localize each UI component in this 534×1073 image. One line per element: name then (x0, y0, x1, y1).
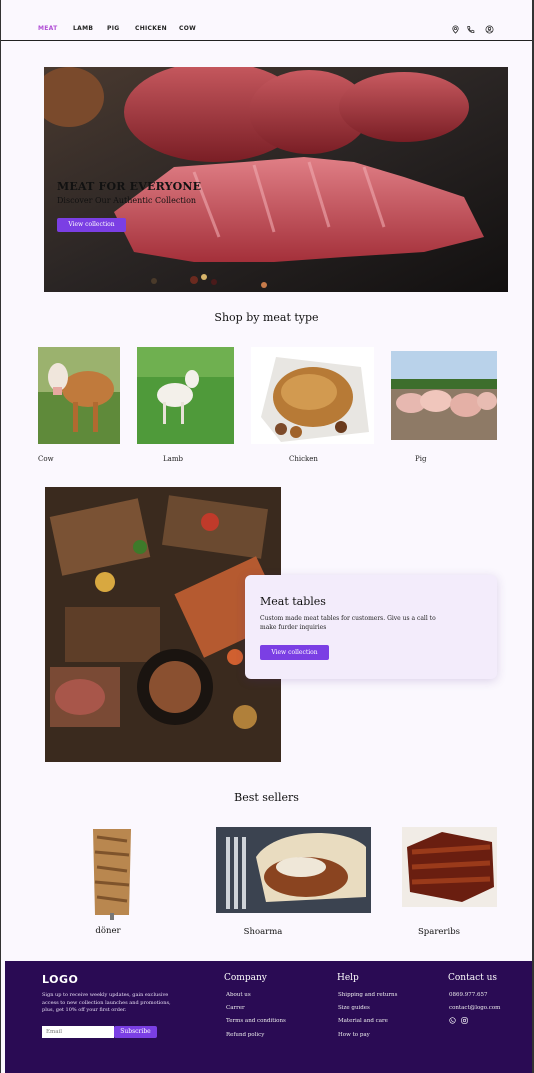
best-seller-label-shoarma[interactable]: Shoarma (233, 927, 293, 937)
email-field[interactable] (42, 1026, 114, 1038)
footer-signup-text: Sign up to receive weekly updates, gain … (42, 992, 171, 1013)
subscribe-button[interactable]: Subscribe (114, 1026, 157, 1038)
best-sellers-title: Best sellers (234, 791, 299, 804)
footer-link-carrer[interactable]: Carrer (226, 1005, 245, 1011)
footer-contact-title: Contact us (448, 973, 498, 983)
chicken-image[interactable] (251, 347, 374, 444)
footer-logo[interactable]: LOGO (42, 973, 78, 986)
footer: LOGO Sign up to receive weekly updates, … (5, 961, 532, 1073)
doner-image[interactable] (85, 827, 139, 920)
meat-tables-description: Custom made meat tables for customers. G… (260, 615, 436, 631)
type-label-pig[interactable]: Pig (415, 455, 426, 463)
hero-banner: MEAT FOR EVERYONE Discover Our Authentic… (44, 67, 508, 292)
footer-link-material[interactable]: Material and care (338, 1018, 388, 1024)
footer-link-shipping[interactable]: Shipping and returns (338, 992, 397, 998)
nav-link-chicken[interactable]: CHICKEN (135, 25, 167, 32)
hero-view-collection-button[interactable]: View collection (57, 218, 126, 232)
nav-link-pig[interactable]: PIG (107, 25, 119, 32)
shop-section-title: Shop by meat type (214, 311, 319, 324)
footer-email[interactable]: contact@logo.com (449, 1005, 500, 1011)
footer-help-title: Help (337, 973, 359, 983)
whatsapp-icon[interactable] (449, 1017, 456, 1024)
footer-link-how-to-pay[interactable]: How to pay (338, 1032, 370, 1038)
meat-tables-title: Meat tables (260, 595, 326, 608)
location-icon[interactable] (451, 25, 460, 34)
instagram-icon[interactable] (461, 1017, 468, 1024)
pig-image[interactable] (391, 351, 497, 440)
spareribs-image[interactable] (402, 827, 497, 907)
meat-tables-card: Meat tables Custom made meat tables for … (245, 575, 497, 679)
user-icon[interactable] (485, 25, 494, 34)
footer-phone[interactable]: 0869.977.657 (449, 992, 488, 998)
footer-link-about[interactable]: About us (226, 992, 251, 998)
type-label-cow[interactable]: Cow (38, 455, 54, 463)
phone-icon[interactable] (466, 25, 475, 34)
best-seller-label-spareribs[interactable]: Spareribs (409, 927, 469, 937)
hero-title: MEAT FOR EVERYONE (57, 180, 202, 193)
footer-company-title: Company (224, 973, 267, 983)
top-nav: MEAT LAMB PIG CHICKEN COW (1, 0, 532, 41)
footer-link-refund[interactable]: Refund policy (226, 1032, 264, 1038)
meat-tables-view-collection-button[interactable]: View collection (260, 645, 329, 660)
best-seller-label-doner[interactable]: döner (81, 926, 135, 936)
nav-link-lamb[interactable]: LAMB (73, 25, 93, 32)
type-label-chicken[interactable]: Chicken (289, 455, 318, 463)
footer-link-terms[interactable]: Terms and conditions (226, 1018, 286, 1024)
footer-link-size[interactable]: Size guides (338, 1005, 370, 1011)
nav-link-meat[interactable]: MEAT (38, 25, 58, 32)
lamb-image[interactable] (137, 347, 234, 444)
cow-image[interactable] (38, 347, 120, 444)
type-label-lamb[interactable]: Lamb (163, 455, 183, 463)
shoarma-image[interactable] (216, 827, 371, 913)
hero-subtitle: Discover Our Authentic Collection (57, 196, 197, 205)
nav-link-cow[interactable]: COW (179, 25, 196, 32)
